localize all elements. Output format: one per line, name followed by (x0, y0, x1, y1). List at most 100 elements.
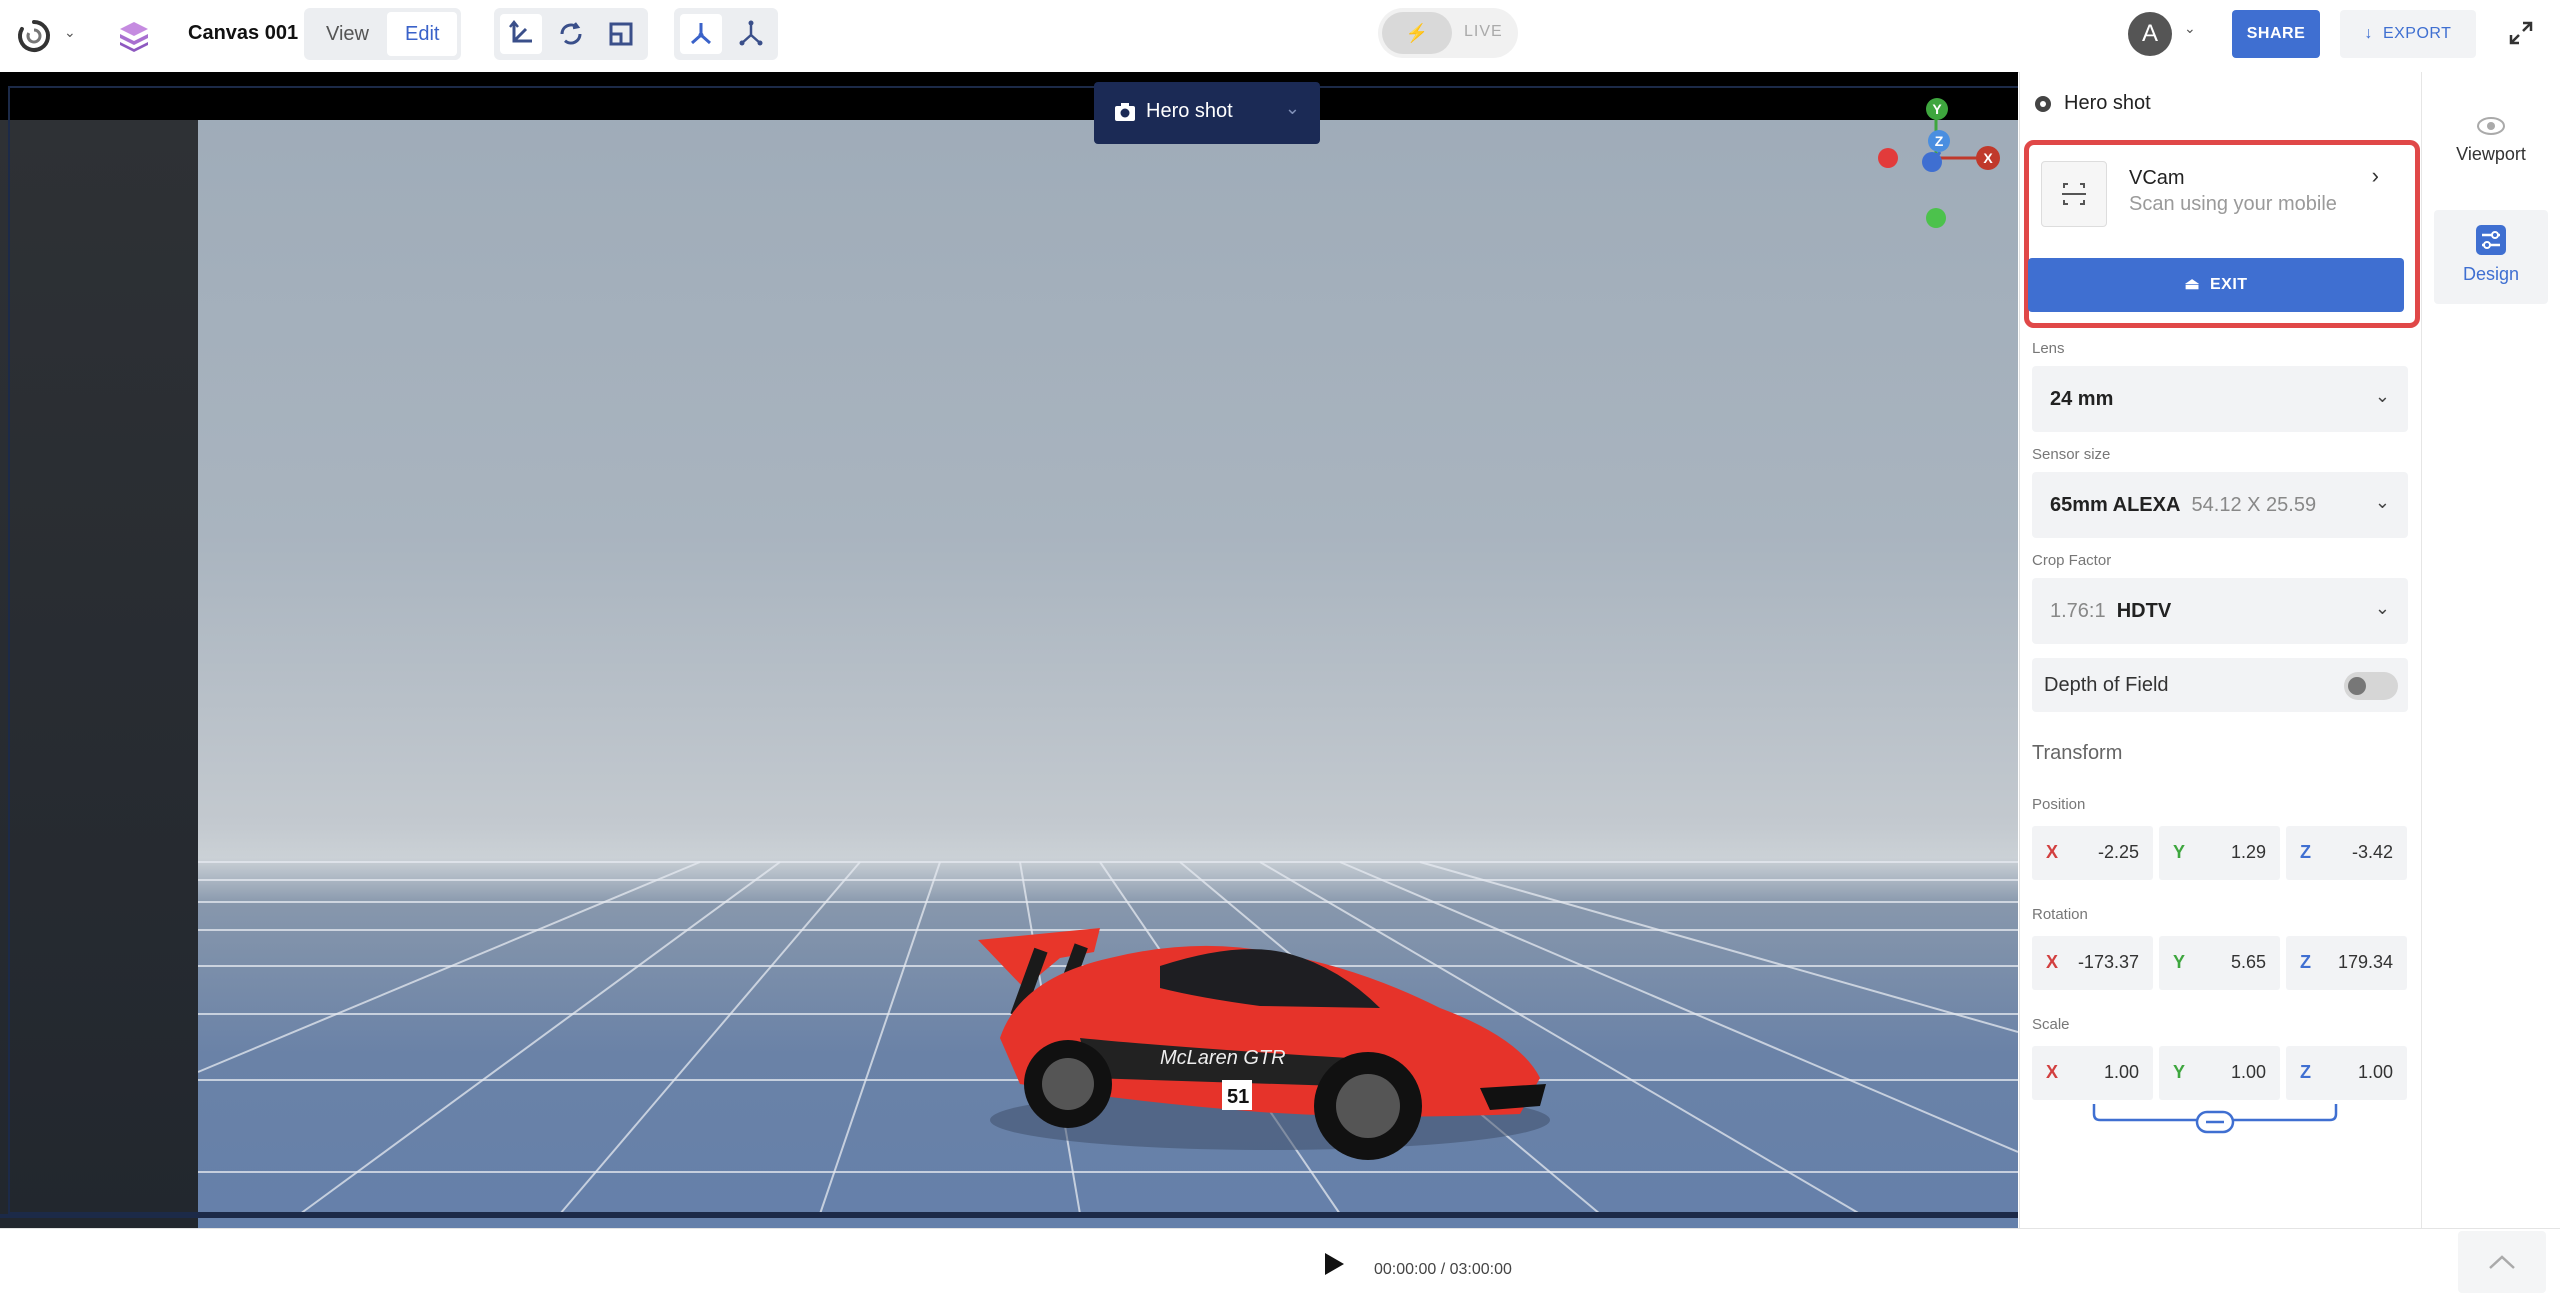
rotation-x-value: -173.37 (2077, 952, 2139, 972)
lens-select[interactable]: 24 mm ⌄ (2032, 366, 2408, 432)
share-button[interactable]: SHARE (2232, 10, 2320, 58)
position-z-value: -3.42 (2351, 842, 2393, 862)
rotation-x-field[interactable]: X -173.37 (2032, 936, 2153, 990)
play-icon[interactable] (1322, 1251, 1346, 1277)
scale-tool-icon[interactable] (600, 14, 642, 54)
letterbox-left (0, 120, 198, 1228)
mode-switch: View Edit (304, 8, 462, 60)
chevron-down-icon: ⌄ (2374, 386, 2390, 406)
world-axes-icon[interactable] (730, 14, 772, 54)
transform-tools (494, 8, 648, 60)
space-tools (674, 8, 778, 60)
exit-vcam-button[interactable]: ⏏ EXIT (2028, 258, 2404, 312)
mode-edit-tab[interactable]: Edit (387, 12, 458, 56)
scale-y-field[interactable]: Y 1.00 (2159, 1046, 2280, 1100)
chevron-down-icon: ⌄ (1284, 98, 1300, 118)
chevron-up-icon (2489, 1255, 2515, 1269)
crop-name: HDTV (2116, 600, 2172, 622)
camera-icon (1115, 103, 1135, 121)
position-label: Position (2032, 796, 2086, 813)
properties-panel: Hero shot VCam Scan using your mobile › … (2019, 72, 2422, 1228)
design-tab[interactable]: Design (2434, 210, 2548, 304)
vcam-name: VCam (2129, 167, 2185, 189)
vcam-subtitle: Scan using your mobile (2129, 193, 2337, 215)
panel-header: Hero shot (2034, 92, 2151, 115)
position-x-field[interactable]: X -2.25 (2032, 826, 2153, 880)
crop-ratio: 1.76:1 (2050, 600, 2106, 622)
expand-timeline-button[interactable] (2458, 1231, 2546, 1293)
download-arrow-icon: ↓ (2364, 25, 2378, 42)
position-row: X -2.25 Y 1.29 Z -3.42 (2032, 826, 2412, 880)
svg-text:51: 51 (1227, 1086, 1249, 1108)
axis-y-label: Y (2173, 842, 2186, 862)
export-label: EXPORT (2382, 25, 2452, 42)
axis-y-label: Y (2173, 1062, 2186, 1082)
fullscreen-icon[interactable] (2508, 20, 2534, 46)
move-tool-icon[interactable] (500, 14, 542, 54)
rotation-y-field[interactable]: Y 5.65 (2159, 936, 2280, 990)
axis-x-label: X (2046, 842, 2059, 862)
scale-z-field[interactable]: Z 1.00 (2286, 1046, 2407, 1100)
orientation-gizmo[interactable]: Y Z X (1870, 98, 2010, 230)
transform-heading: Transform (2032, 742, 2123, 764)
gizmo-z-axis[interactable]: Z (1928, 130, 1950, 152)
layers-icon[interactable] (116, 18, 152, 54)
rotation-z-field[interactable]: Z 179.34 (2286, 936, 2407, 990)
camera-selector[interactable]: Hero shot ⌄ (1094, 82, 1320, 144)
avatar[interactable]: A (2128, 12, 2172, 56)
account-chevron-icon[interactable]: ⌄ (2184, 20, 2196, 37)
qr-scan-icon[interactable] (2041, 161, 2107, 227)
depth-of-field-row: Depth of Field (2032, 658, 2408, 712)
mode-view-tab[interactable]: View (308, 12, 387, 56)
timeline-bar: 00:00:00 / 03:00:00 (0, 1228, 2560, 1312)
position-y-value: 1.29 (2230, 842, 2266, 862)
live-toggle[interactable]: ⚡ LIVE (1378, 8, 1518, 58)
race-car-model[interactable]: McLaren GTR 51 (960, 888, 1560, 1168)
scale-x-value: 1.00 (2103, 1062, 2139, 1082)
local-axes-icon[interactable] (680, 14, 722, 54)
uniform-scale-link-icon[interactable] (2092, 1102, 2338, 1138)
scale-label: Scale (2032, 1016, 2070, 1033)
3d-viewport[interactable]: McLaren GTR 51 Hero shot ⌄ Y Z X (0, 72, 2018, 1228)
canvas-title[interactable]: Canvas 001 (188, 22, 298, 45)
eject-icon: ⏏ (2184, 276, 2201, 293)
position-y-field[interactable]: Y 1.29 (2159, 826, 2280, 880)
chevron-down-icon: ⌄ (2374, 492, 2390, 512)
lightning-icon: ⚡ (1382, 12, 1452, 54)
gizmo-x-axis[interactable]: X (1976, 146, 2000, 170)
rotation-z-value: 179.34 (2337, 952, 2393, 972)
axis-z-label: Z (2300, 1062, 2311, 1082)
sensor-size-select[interactable]: 65mm ALEXA 54.12 X 25.59 ⌄ (2032, 472, 2408, 538)
eye-icon (2477, 117, 2505, 135)
camera-object-icon (2035, 95, 2051, 112)
scale-z-value: 1.00 (2357, 1062, 2393, 1082)
axis-x-label: X (2046, 1062, 2059, 1082)
rotate-tool-icon[interactable] (550, 14, 592, 54)
app-logo-icon[interactable] (16, 18, 52, 54)
letterbox-top (0, 72, 2018, 120)
position-x-value: -2.25 (2097, 842, 2139, 862)
crop-factor-select[interactable]: 1.76:1 HDTV ⌄ (2032, 578, 2408, 644)
app-menu-chevron-icon[interactable]: ⌄ (64, 24, 76, 41)
side-tab-rail: Viewport Design (2421, 72, 2560, 1228)
chevron-right-icon[interactable]: › (2372, 163, 2379, 189)
sliders-icon (2476, 225, 2506, 255)
viewport-tab[interactable]: Viewport (2434, 116, 2548, 165)
depth-of-field-toggle[interactable] (2344, 672, 2398, 700)
rotation-label: Rotation (2032, 906, 2088, 923)
lens-value: 24 mm (2050, 388, 2114, 410)
rotation-row: X -173.37 Y 5.65 Z 179.34 (2032, 936, 2412, 990)
crop-factor-label: Crop Factor (2032, 552, 2112, 569)
rotation-y-value: 5.65 (2230, 952, 2266, 972)
gizmo-y-axis[interactable]: Y (1926, 98, 1948, 120)
axis-x-label: X (2046, 952, 2059, 972)
axis-z-label: Z (2300, 842, 2311, 862)
position-z-field[interactable]: Z -3.42 (2286, 826, 2407, 880)
scale-y-value: 1.00 (2230, 1062, 2266, 1082)
scale-x-field[interactable]: X 1.00 (2032, 1046, 2153, 1100)
camera-selector-label: Hero shot (1146, 100, 1233, 122)
sensor-dims: 54.12 X 25.59 (2191, 494, 2317, 516)
top-toolbar: ⌄ Canvas 001 View Edit ⚡ LIVE A ⌄ SHARE … (0, 0, 2560, 73)
exit-label: EXIT (2209, 276, 2248, 293)
export-button[interactable]: ↓ EXPORT (2340, 10, 2476, 58)
